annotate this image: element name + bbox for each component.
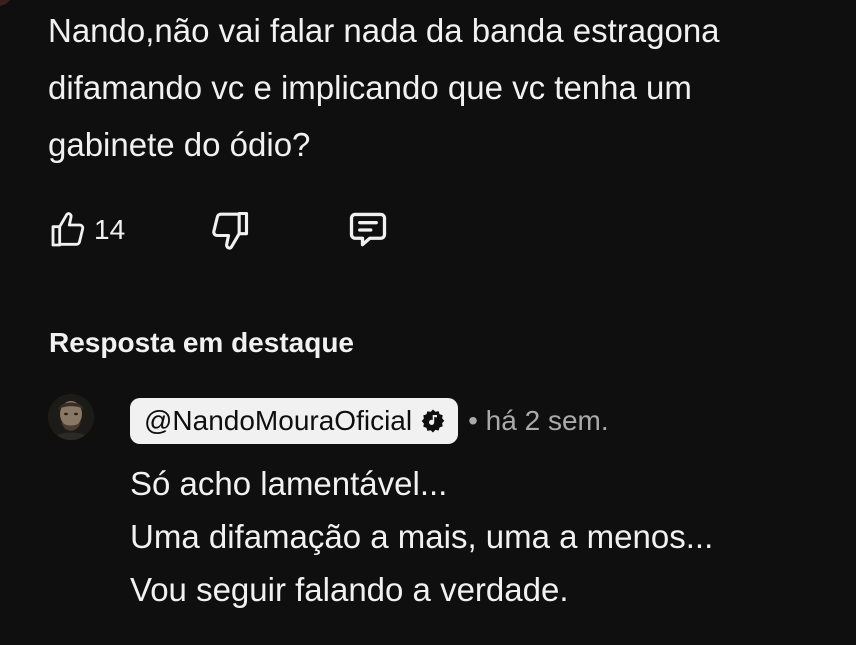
reply-line: Uma difamação a mais, uma a menos...	[130, 518, 714, 555]
reply-timestamp: • há 2 sem.	[468, 405, 609, 436]
reply-header: @NandoMouraOficial • há 2 sem.	[130, 397, 609, 445]
reply-button[interactable]	[346, 206, 390, 254]
avatar-image	[48, 394, 94, 440]
comment-line: Nando,não vai falar nada da banda estrag…	[48, 12, 720, 49]
thumbs-down-icon	[212, 211, 249, 250]
avatar[interactable]	[48, 394, 94, 440]
author-name: @NandoMouraOficial	[144, 405, 413, 436]
reply-line: Vou seguir falando a verdade.	[130, 571, 569, 608]
comment-icon	[349, 212, 387, 247]
comment-actions: 14	[48, 206, 448, 254]
thumbs-up-icon	[51, 212, 85, 247]
comment-line: difamando vc e implicando que vc tenha u…	[48, 69, 692, 106]
verified-music-icon	[421, 409, 445, 433]
like-button[interactable]: 14	[48, 206, 125, 254]
author-chip[interactable]: @NandoMouraOficial	[130, 398, 459, 444]
reply-text: Só acho lamentável... Uma difamação a ma…	[130, 457, 713, 616]
highlighted-reply-heading: Resposta em destaque	[49, 327, 354, 358]
reply-line: Só acho lamentável...	[130, 465, 448, 502]
dislike-button[interactable]	[208, 206, 252, 254]
comment-text: Nando,não vai falar nada da banda estrag…	[48, 2, 848, 173]
corner-mark	[0, 0, 10, 6]
comment-line: gabinete do ódio?	[48, 126, 311, 163]
like-count: 14	[94, 214, 126, 245]
